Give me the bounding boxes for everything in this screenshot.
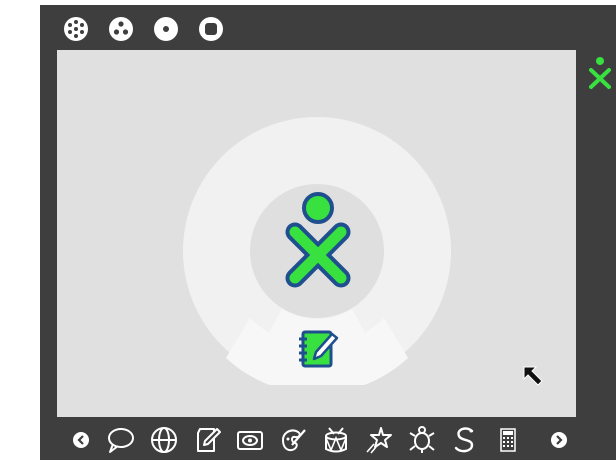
activity-tamtam[interactable] — [321, 425, 351, 455]
chat-icon — [108, 428, 134, 453]
activity-browse[interactable] — [149, 425, 179, 455]
activity-pippy[interactable] — [450, 425, 480, 455]
activity-paint[interactable] — [278, 425, 308, 455]
activity-chat[interactable] — [106, 425, 136, 455]
drum-icon — [325, 427, 347, 453]
zoom-toolbar — [40, 5, 616, 50]
group-view-icon — [109, 17, 133, 41]
home-view — [57, 50, 576, 417]
turtle-icon — [409, 426, 435, 453]
sugar-desktop — [0, 0, 616, 460]
calculate-icon — [500, 428, 516, 452]
scroll-left-button[interactable] — [66, 425, 96, 455]
activity-view-button[interactable] — [196, 14, 226, 44]
neighborhood-view-button[interactable] — [61, 14, 91, 44]
scroll-left-icon — [73, 432, 89, 448]
activity-view-icon — [199, 17, 223, 41]
journal-activity-button[interactable] — [294, 326, 340, 372]
activity-write[interactable] — [192, 425, 222, 455]
buddy-xo-button[interactable] — [586, 56, 614, 92]
pippy-icon — [454, 427, 474, 453]
activity-turtle[interactable] — [407, 425, 437, 455]
home-view-button[interactable] — [151, 14, 181, 44]
journal-icon — [299, 330, 339, 368]
paint-icon — [281, 429, 306, 452]
etoys-icon — [366, 427, 392, 454]
activity-record[interactable] — [235, 425, 265, 455]
activity-toolbar — [40, 417, 616, 460]
browse-icon — [151, 427, 177, 453]
home-view-icon — [154, 17, 178, 41]
group-view-button[interactable] — [106, 14, 136, 44]
mouse-pointer-icon — [523, 366, 543, 386]
scroll-right-button[interactable] — [544, 425, 574, 455]
xo-buddy-icon — [589, 57, 611, 89]
xo-owner-icon — [285, 192, 351, 288]
activity-calculate[interactable] — [493, 425, 523, 455]
scroll-right-icon — [551, 432, 567, 448]
record-icon — [237, 431, 263, 450]
owner-xo-button[interactable] — [283, 190, 353, 288]
neighborhood-view-icon — [64, 17, 88, 41]
write-icon — [197, 428, 221, 452]
activity-etoys[interactable] — [364, 425, 394, 455]
